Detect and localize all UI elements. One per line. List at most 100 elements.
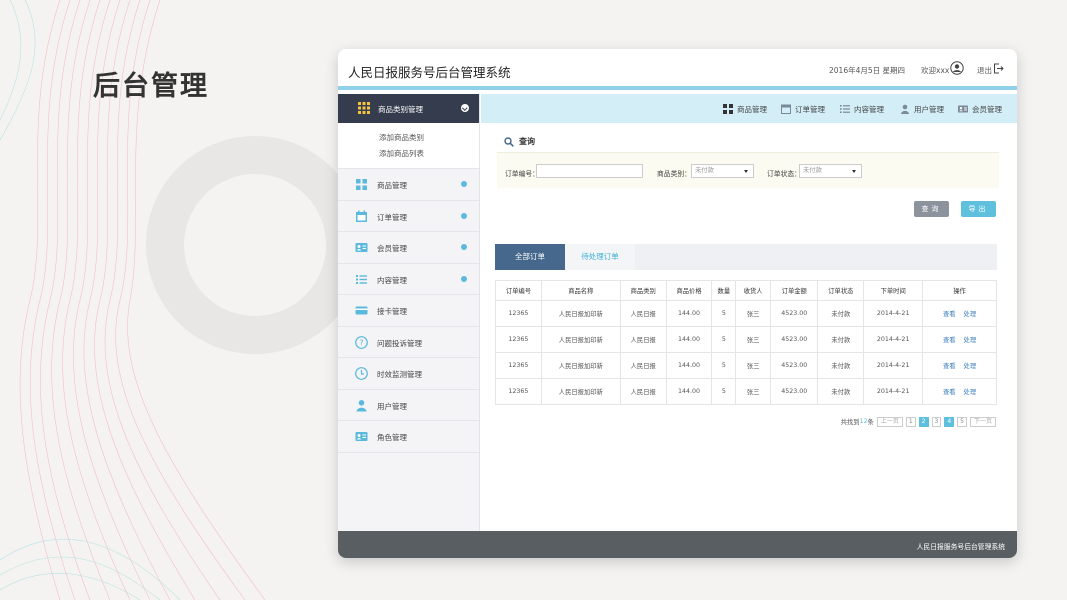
cell-time: 2014-4-21 xyxy=(863,378,924,405)
cell-amount: 4523.00 xyxy=(770,326,819,353)
cell-order-no: 12365 xyxy=(495,300,542,327)
cell-category: 人民日报 xyxy=(619,352,667,379)
sidebar-item-category-management[interactable]: 商品类别管理 xyxy=(338,94,479,123)
table-row: 12365 人民日报加印新 人民日报 144.00 5 张三 4523.00 未… xyxy=(495,352,997,379)
search-button[interactable]: 查询 xyxy=(914,201,949,217)
sidebar-item-goods[interactable]: 商品管理 xyxy=(338,169,479,201)
page-button-3[interactable]: 3 xyxy=(931,416,942,427)
order-no-input[interactable] xyxy=(536,164,643,178)
cell-actions: 查看 处理 xyxy=(922,352,997,379)
cell-time: 2014-4-21 xyxy=(863,326,924,353)
cell-price: 144.00 xyxy=(665,352,713,379)
svg-text:?: ? xyxy=(359,338,363,347)
cell-time: 2014-4-21 xyxy=(863,300,924,327)
table-row: 12365 人民日报加印新 人民日报 144.00 5 张三 4523.00 未… xyxy=(495,300,997,327)
footer: 人民日报服务号后台管理系统 xyxy=(338,531,1017,558)
expand-dot-icon[interactable] xyxy=(461,244,467,250)
table-header-row: 订单编号 商品名称 商品类别 商品价格 数量 收货人 订单金额 订单状态 下单时… xyxy=(495,280,997,301)
page-button-2[interactable]: 2 xyxy=(918,416,929,427)
sidebar-item-content[interactable]: 内容管理 xyxy=(338,264,479,295)
cell-amount: 4523.00 xyxy=(770,300,819,327)
col-header: 数量 xyxy=(711,280,737,301)
view-link[interactable]: 查看 xyxy=(943,337,956,344)
footer-text: 人民日报服务号后台管理系统 xyxy=(916,543,1005,551)
status-select[interactable]: 未付款 xyxy=(799,164,862,178)
role-card-icon xyxy=(355,432,368,441)
cell-time: 2014-4-21 xyxy=(863,352,924,379)
cell-receiver: 张三 xyxy=(735,352,772,379)
topnav-content[interactable]: 内容管理 xyxy=(840,102,884,116)
tab-pending-orders[interactable]: 待处理订单 xyxy=(565,244,635,270)
topnav-goods[interactable]: 商品管理 xyxy=(723,102,767,116)
app-header: 人民日报服务号后台管理系统 2016年4月5日 星期四 欢迎xxx 退出 xyxy=(338,49,1017,90)
cell-product-name: 人民日报加印新 xyxy=(540,326,621,353)
cell-order-no: 12365 xyxy=(495,326,542,353)
sidebar-item-orders[interactable]: 订单管理 xyxy=(338,201,479,232)
topnav-label: 内容管理 xyxy=(854,104,884,114)
view-link[interactable]: 查看 xyxy=(943,311,956,318)
pager-total-count: 12 xyxy=(859,418,868,425)
col-header: 订单编号 xyxy=(495,280,542,301)
sidebar-item-roles[interactable]: 角色管理 xyxy=(338,421,479,453)
sidebar-submenu: 添加商品类别 添加商品列表 xyxy=(338,123,479,169)
apps-icon xyxy=(356,179,367,190)
sidebar-item-label: 时效监测管理 xyxy=(377,370,422,379)
handle-link[interactable]: 处理 xyxy=(964,389,977,396)
export-button[interactable]: 导出 xyxy=(961,201,996,217)
cell-quantity: 5 xyxy=(711,300,737,327)
cell-amount: 4523.00 xyxy=(770,352,819,379)
topnav-orders[interactable]: 订单管理 xyxy=(781,102,825,116)
cell-status: 未付款 xyxy=(817,300,865,327)
tab-all-orders[interactable]: 全部订单 xyxy=(495,244,565,270)
app-title: 人民日报服务号后台管理系统 xyxy=(348,65,511,80)
welcome-text: 欢迎xxx xyxy=(921,66,950,75)
status-label: 订单状态： xyxy=(767,170,801,178)
col-header: 操作 xyxy=(922,280,997,301)
handle-link[interactable]: 处理 xyxy=(964,363,977,370)
cell-actions: 查看 处理 xyxy=(922,326,997,353)
view-link[interactable]: 查看 xyxy=(943,389,956,396)
sidebar-item-complaints[interactable]: ? 问题投诉管理 xyxy=(338,327,479,358)
admin-window: 人民日报服务号后台管理系统 2016年4月5日 星期四 欢迎xxx 退出 商品类… xyxy=(338,49,1017,558)
expand-dot-icon[interactable] xyxy=(461,181,467,187)
table-row: 12365 人民日报加印新 人民日报 144.00 5 张三 4523.00 未… xyxy=(495,378,997,405)
sidebar-item-monitoring[interactable]: 时效监测管理 xyxy=(338,358,479,390)
view-link[interactable]: 查看 xyxy=(943,363,956,370)
col-header: 下单时间 xyxy=(863,280,924,301)
sidebar-item-users[interactable]: 用户管理 xyxy=(338,390,479,421)
cell-amount: 4523.00 xyxy=(770,378,819,405)
next-page-button[interactable]: 下一页 xyxy=(969,416,996,427)
submenu-add-list[interactable]: 添加商品列表 xyxy=(338,146,479,162)
logout-link[interactable]: 退出 xyxy=(977,65,992,76)
prev-page-button[interactable]: 上一页 xyxy=(876,416,903,427)
submenu-add-category[interactable]: 添加商品类别 xyxy=(338,130,479,146)
cell-category: 人民日报 xyxy=(619,300,667,327)
cell-actions: 查看 处理 xyxy=(922,378,997,405)
expand-dot-icon[interactable] xyxy=(461,275,467,282)
sidebar-item-label: 角色管理 xyxy=(377,433,407,442)
user-avatar-icon[interactable] xyxy=(950,61,964,75)
expand-dot-icon[interactable] xyxy=(461,212,467,219)
cell-price: 144.00 xyxy=(665,326,713,353)
topnav-members[interactable]: 会员管理 xyxy=(958,102,1002,116)
sidebar-item-label: 接卡管理 xyxy=(377,307,407,316)
page-button-5[interactable]: 5 xyxy=(957,416,967,427)
sidebar: 商品类别管理 添加商品类别 添加商品列表 商品管理 订单管理 会员管理 内容管理 xyxy=(338,94,480,531)
page-button-1[interactable]: 1 xyxy=(905,416,916,427)
col-header: 收货人 xyxy=(735,280,772,301)
category-select[interactable]: 未付款 xyxy=(691,164,754,178)
page-button-4[interactable]: 4 xyxy=(944,416,955,427)
handle-link[interactable]: 处理 xyxy=(964,311,977,318)
cell-product-name: 人民日报加印新 xyxy=(540,352,621,379)
sidebar-item-card[interactable]: 接卡管理 xyxy=(338,295,479,327)
logout-icon[interactable] xyxy=(993,63,1004,74)
cell-receiver: 张三 xyxy=(735,326,772,353)
clock-icon xyxy=(355,367,368,380)
topnav-users[interactable]: 用户管理 xyxy=(900,102,944,116)
sidebar-active-label: 商品类别管理 xyxy=(378,105,423,114)
question-icon: ? xyxy=(355,335,368,349)
sidebar-item-members[interactable]: 会员管理 xyxy=(338,232,479,264)
cell-status: 未付款 xyxy=(817,352,865,379)
chevron-down-icon[interactable] xyxy=(461,104,469,112)
handle-link[interactable]: 处理 xyxy=(964,337,977,344)
